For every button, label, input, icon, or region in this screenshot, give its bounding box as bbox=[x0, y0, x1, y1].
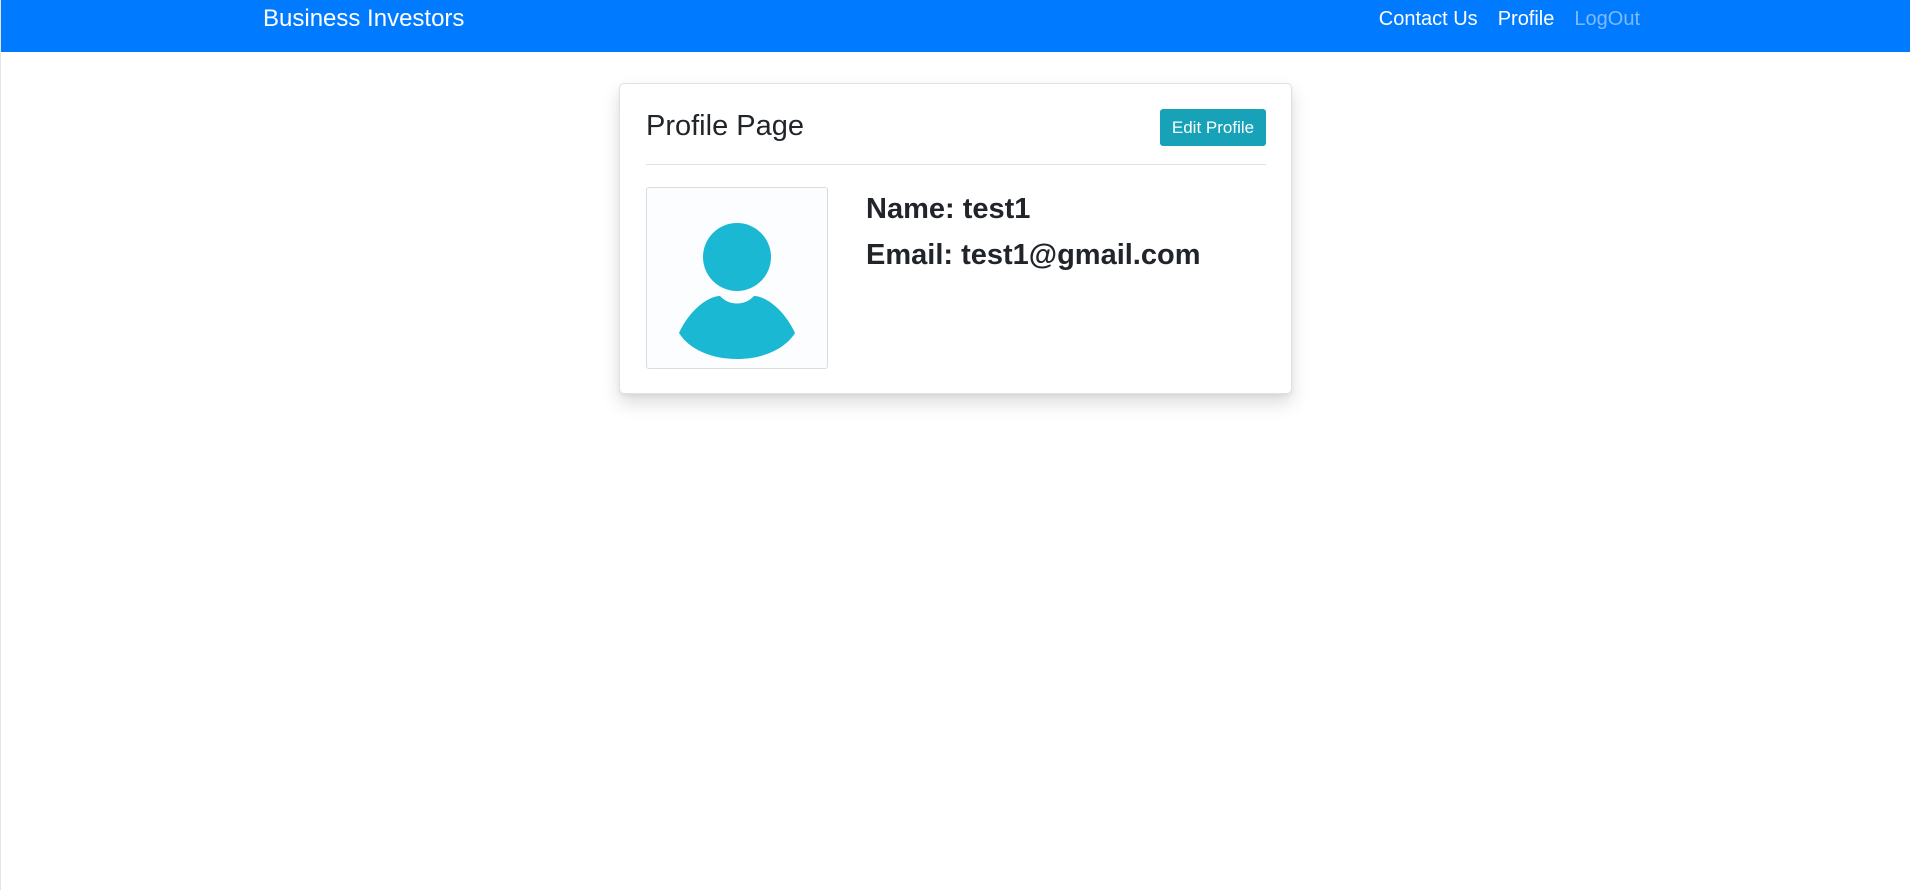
name-value: Name: test1 bbox=[866, 193, 1031, 225]
top-navbar: Business Investors Contact Us Profile Lo… bbox=[1, 0, 1910, 52]
profile-details: Name: test1 Email: test1@gmail.com bbox=[866, 186, 1201, 278]
profile-card: Profile Page Edit Profile Name: test1 Em… bbox=[619, 83, 1292, 394]
page-title: Profile Page bbox=[646, 110, 804, 142]
profile-link[interactable]: Profile bbox=[1498, 7, 1555, 31]
card-divider bbox=[646, 164, 1266, 165]
brand-link[interactable]: Business Investors bbox=[263, 5, 464, 33]
nav-links: Contact Us Profile LogOut bbox=[1379, 7, 1640, 31]
logout-link[interactable]: LogOut bbox=[1574, 7, 1640, 31]
email-value: Email: test1@gmail.com bbox=[866, 239, 1201, 271]
user-avatar-icon bbox=[679, 223, 795, 359]
contact-us-link[interactable]: Contact Us bbox=[1379, 7, 1478, 31]
profile-page: Business Investors Contact Us Profile Lo… bbox=[0, 0, 1910, 890]
avatar bbox=[646, 187, 828, 369]
edit-profile-button[interactable]: Edit Profile bbox=[1160, 109, 1266, 146]
